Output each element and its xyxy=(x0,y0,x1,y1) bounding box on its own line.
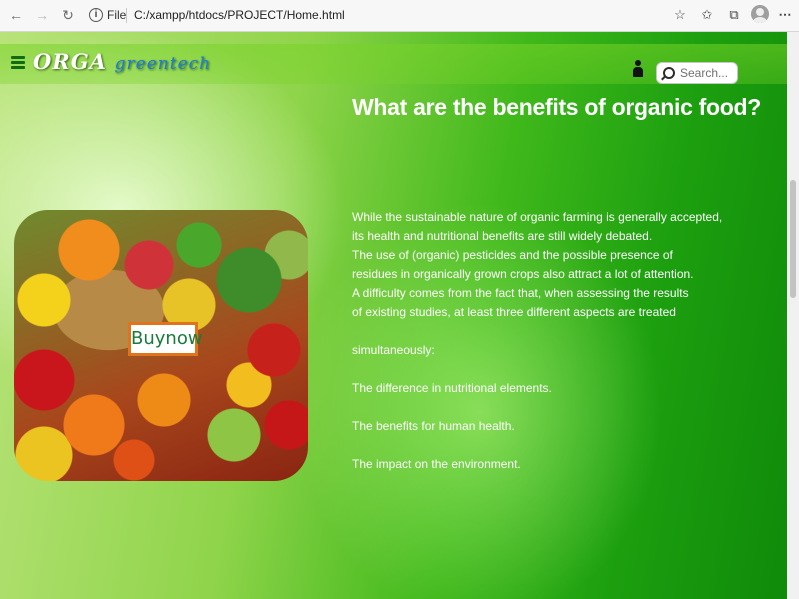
paragraph-line: its health and nutritional benefits are … xyxy=(352,229,653,243)
buy-now-button[interactable]: Buynow xyxy=(128,322,203,356)
back-arrow-icon[interactable]: ← xyxy=(8,7,24,23)
vertical-scrollbar[interactable] xyxy=(787,32,799,599)
page-content: ORGA greentech What are the benefits of … xyxy=(0,32,787,599)
collections-icon[interactable]: ⧉ xyxy=(725,6,743,24)
browser-toolbar: ← → ↻ i File C:/xampp/htdocs/PROJECT/Hom… xyxy=(0,0,799,32)
site-logo[interactable]: ORGA greentech xyxy=(33,49,211,74)
address-bar-url[interactable]: C:/xampp/htdocs/PROJECT/Home.html xyxy=(134,8,345,22)
address-scheme: File xyxy=(107,8,127,22)
aspect-item: The benefits for human health. xyxy=(352,419,515,433)
logo-primary-text: ORGA xyxy=(33,49,107,74)
info-icon[interactable]: i xyxy=(89,8,103,22)
paragraph-line: While the sustainable nature of organic … xyxy=(352,210,723,224)
more-menu-icon[interactable]: ⋯ xyxy=(776,6,794,24)
benefits-text: While the sustainable nature of organic … xyxy=(352,208,732,474)
site-header: ORGA greentech xyxy=(0,44,787,84)
favorites-icon[interactable]: ✩ xyxy=(698,6,716,24)
hamburger-menu-icon[interactable] xyxy=(11,56,25,70)
simultaneously-text: simultaneously: xyxy=(352,343,435,357)
forward-arrow-icon[interactable]: → xyxy=(34,7,50,23)
user-icon[interactable] xyxy=(633,60,643,78)
refresh-icon[interactable]: ↻ xyxy=(60,7,76,23)
profile-avatar-icon[interactable] xyxy=(751,5,769,23)
paragraph-line: of existing studies, at least three diff… xyxy=(352,305,676,319)
address-divider xyxy=(126,8,127,23)
aspect-item: The difference in nutritional elements. xyxy=(352,381,552,395)
paragraph-line: A difficulty comes from the fact that, w… xyxy=(352,286,689,300)
scrollbar-thumb[interactable] xyxy=(790,180,796,298)
search-input[interactable] xyxy=(680,65,735,81)
paragraph-line: residues in organically grown crops also… xyxy=(352,267,694,281)
search-icon xyxy=(663,67,675,79)
search-box[interactable] xyxy=(656,62,738,84)
aspect-item: The impact on the environment. xyxy=(352,457,521,471)
page-title: What are the benefits of organic food? xyxy=(352,94,762,120)
logo-secondary-text: greentech xyxy=(114,54,212,74)
paragraph-line: The use of (organic) pesticides and the … xyxy=(352,248,673,262)
add-favorite-icon[interactable]: ☆ xyxy=(671,6,689,24)
